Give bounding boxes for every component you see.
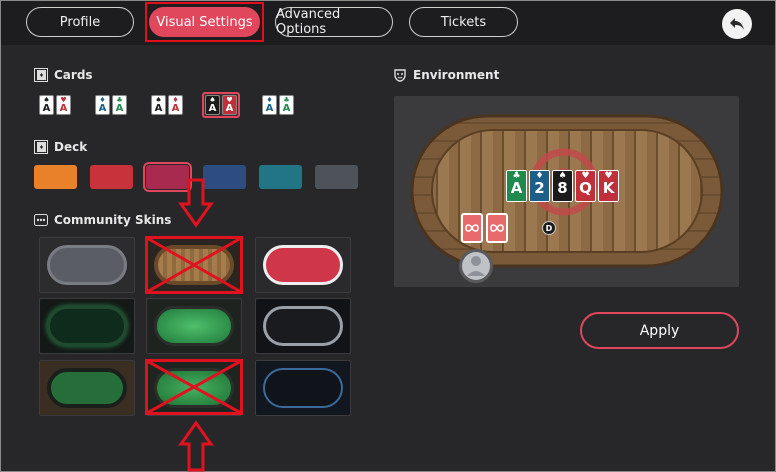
community-skins-heading: Community Skins	[34, 213, 171, 227]
card-style-option[interactable]: ♠ A ♥ A	[202, 92, 240, 118]
card-rank-label: A	[265, 102, 274, 114]
apply-button[interactable]: Apply	[580, 312, 739, 349]
deck-icon	[34, 140, 48, 154]
deck-color-swatch[interactable]	[90, 165, 133, 189]
deck-color-swatch[interactable]	[259, 165, 302, 189]
skin-option-red[interactable]	[255, 237, 351, 293]
card-face-icon: ♣ A	[112, 95, 127, 115]
tab-tickets[interactable]: Tickets	[409, 7, 518, 37]
board-card: ♣ A	[506, 170, 527, 202]
board-card: ♦ 2	[529, 170, 550, 202]
card-style-option[interactable]: ♠ A ♦ A	[148, 92, 186, 118]
skin-table-preview	[154, 306, 234, 346]
card-rank-label: A	[42, 102, 51, 114]
deck-color-swatch[interactable]	[315, 165, 358, 189]
card-rank-label: A	[208, 102, 217, 114]
player-hole-card	[486, 213, 508, 243]
back-button[interactable]	[722, 9, 752, 39]
board-card: ♠ 8	[552, 170, 573, 202]
deck-color-swatch[interactable]	[143, 162, 192, 192]
card-style-option[interactable]: ♠ A ♥ A	[36, 92, 74, 118]
deck-heading: Deck	[34, 140, 87, 154]
environment-heading: Environment	[393, 68, 499, 82]
skin-table-preview	[263, 245, 343, 285]
deck-color-swatch[interactable]	[34, 165, 77, 189]
skin-option-dark-green[interactable]	[39, 298, 135, 354]
skin-table-preview	[47, 368, 127, 408]
board-card: ♥ K	[598, 170, 619, 202]
skin-table-preview	[154, 368, 234, 408]
skin-table-preview	[263, 368, 343, 408]
card-rank-label: A	[171, 102, 180, 114]
card-rank-label: A	[59, 102, 68, 114]
board-card-rank: Q	[579, 179, 592, 197]
card-deck-icon	[34, 68, 48, 82]
skin-option-blue-tech[interactable]	[255, 360, 351, 416]
back-arrow-icon	[730, 18, 744, 30]
board-card-rank: 8	[557, 179, 568, 197]
tab-profile[interactable]: Profile	[26, 7, 134, 37]
board-card-rank: A	[510, 179, 523, 197]
skin-table-preview	[47, 245, 127, 285]
card-face-icon: ♦ A	[168, 95, 183, 115]
skin-table-preview	[263, 306, 343, 346]
player-hole-card	[461, 213, 483, 243]
card-rank-label: A	[282, 102, 291, 114]
card-rank-label: A	[115, 102, 124, 114]
card-face-icon: ♠ A	[151, 95, 166, 115]
deck-heading-label: Deck	[54, 140, 88, 154]
card-rank-label: A	[225, 102, 234, 114]
skin-option-green-classic[interactable]	[146, 360, 242, 416]
skin-option-grey[interactable]	[39, 237, 135, 293]
tab-visual-settings[interactable]: Visual Settings	[149, 7, 260, 37]
card-face-icon: ♠ A	[39, 95, 54, 115]
card-style-option[interactable]: ♦ A ♣ A	[92, 92, 130, 118]
skin-option-green-glow[interactable]	[146, 298, 242, 354]
card-face-icon: ♦ A	[95, 95, 110, 115]
board-card-rank: 2	[534, 179, 545, 197]
card-style-option[interactable]: ♦ A ♣ A	[259, 92, 297, 118]
skin-table-preview	[154, 245, 234, 285]
dealer-button: D	[542, 221, 556, 235]
theater-mask-icon	[393, 68, 407, 82]
ellipsis-icon	[34, 214, 48, 226]
skin-table-preview	[47, 306, 127, 346]
card-face-icon: ♠ A	[205, 95, 220, 115]
skin-option-wood[interactable]	[146, 237, 242, 293]
cards-heading: Cards	[34, 68, 93, 82]
deck-color-swatch[interactable]	[203, 165, 246, 189]
skin-option-black[interactable]	[255, 298, 351, 354]
card-rank-label: A	[98, 102, 107, 114]
community-skins-label: Community Skins	[54, 213, 172, 227]
environment-heading-label: Environment	[413, 68, 500, 82]
card-face-icon: ♥ A	[56, 95, 71, 115]
environment-preview: ♣ A ♦ 2 ♠ 8 ♥ Q ♥ K D	[394, 96, 739, 287]
card-face-icon: ♦ A	[262, 95, 277, 115]
tab-advanced-options[interactable]: Advanced Options	[275, 7, 393, 37]
card-face-icon: ♥ A	[222, 95, 237, 115]
board-card: ♥ Q	[575, 170, 596, 202]
card-rank-label: A	[154, 102, 163, 114]
cards-heading-label: Cards	[54, 68, 93, 82]
board-card-rank: K	[602, 179, 615, 197]
skin-option-green-wood[interactable]	[39, 360, 135, 416]
card-face-icon: ♣ A	[279, 95, 294, 115]
